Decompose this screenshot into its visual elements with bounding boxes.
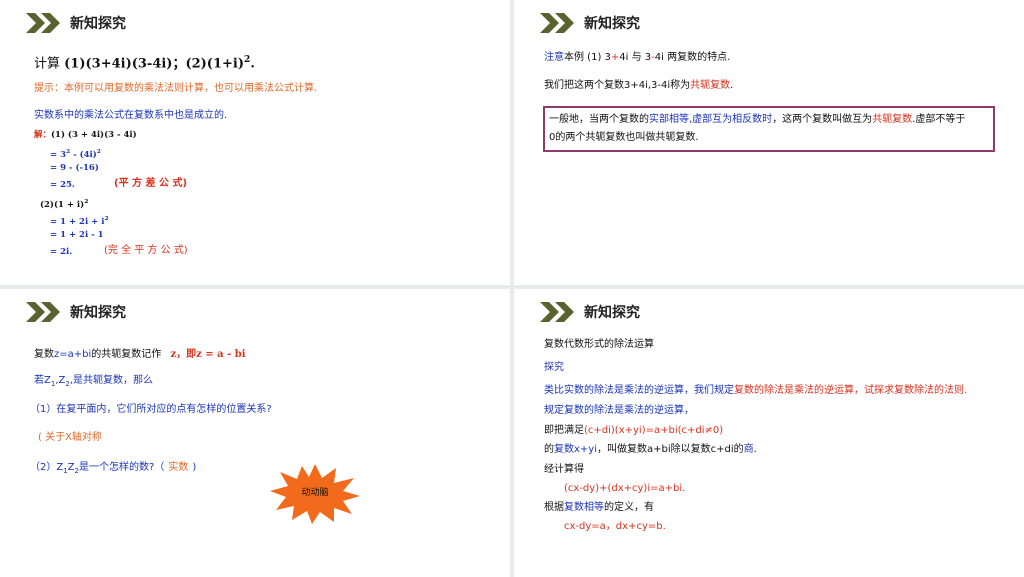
l5-part-a: (2)(1 + i) <box>40 199 85 210</box>
l2-part-a: = 3 <box>50 149 66 160</box>
condition-part-a: 即把满足 <box>544 425 584 436</box>
slide-header: 新知探究 <box>26 12 126 34</box>
condition-line: 即把满足(c+di)(x+yi)=a+bi(c+di≠0) <box>544 425 723 437</box>
box-term: 共轭复数 <box>872 114 913 125</box>
explore-label: 探究 <box>544 362 564 373</box>
solution-label: 解： <box>34 130 52 140</box>
solution-line-7: = 1 + 2i - 1 <box>50 230 104 240</box>
conjugate-notation-line: 复数z=a+bi的共轭复数记作 z，即z = a - bi <box>34 349 246 361</box>
header-title: 新知探究 <box>70 305 126 321</box>
hint-text: 提示：本例可以用复数的乘法法则计算，也可以用乘法公式计算. <box>34 83 318 94</box>
box-line-2: 0的两个共轭复数也叫做共轭复数. <box>549 132 699 143</box>
note-line: 注意本例 (1) 3+4i 与 3-4i 两复数的特点. <box>544 52 730 64</box>
l2-part-b: - (4i) <box>70 149 97 160</box>
calc-end: . <box>250 56 255 72</box>
def-end: . <box>730 80 734 91</box>
def-part-a: 我们把这两个复数3+4i,3-4i称为 <box>544 80 691 91</box>
division-title: 复数代数形式的除法运算 <box>544 339 654 350</box>
computed-label: 经计算得 <box>544 464 584 475</box>
l2-part-c: ,是共轭复数，那么 <box>69 375 154 386</box>
complex-z: z=a+bi <box>54 349 92 360</box>
analogy-line: 类比实数的除法是乘法的逆运算，我们规定复数的除法是乘法的逆运算，试探求复数除法的… <box>544 385 967 397</box>
solution-line-1: 解：(1) (3 + 4i)(3 - 4i) <box>34 130 137 141</box>
solution-line-2: = 32 - (4i)2 <box>50 146 101 161</box>
box-condition: 实部相等,虚部互为相反数时 <box>649 114 773 125</box>
calc-expression: (1)(3+4i)(3-4i)；(2)(1+i) <box>64 56 244 72</box>
calc-problem: 计算 (1)(3+4i)(3-4i)；(2)(1+i)2. <box>34 52 255 72</box>
slide-header: 新知探究 <box>540 301 640 323</box>
note-keyword: 注意 <box>544 52 564 63</box>
slide-header: 新知探究 <box>540 12 640 34</box>
q2-part-b: Z <box>67 462 75 473</box>
conjugate-formula: z，即z = a - bi <box>170 349 246 360</box>
quotient-part-c: ，叫做复数a+bi除以复数c+di的 <box>597 444 744 455</box>
condition-equation: (c+di)(x+yi)=a+bi(c+di≠0) <box>584 425 724 436</box>
quotient-line: 的复数x+yi，叫做复数a+bi除以复数c+di的商. <box>544 444 757 456</box>
conjugate-premise: 若Z1,Z2,是共轭复数，那么 <box>34 375 153 390</box>
quotient-complex: 复数x+yi <box>554 444 597 455</box>
note-part-b: 本例 (1) 3 <box>564 52 611 63</box>
double-chevron-icon <box>26 13 60 33</box>
header-title: 新知探究 <box>584 305 640 321</box>
slide-4: 新知探究 复数代数形式的除法运算 探究 类比实数的除法是乘法的逆运算，我们规定复… <box>514 289 1024 577</box>
quotient-term: 商 <box>743 444 754 455</box>
formula-note-2: (完 全 平 方 公 式) <box>104 245 188 256</box>
equality-part-a: 根据 <box>544 502 564 513</box>
equality-part-c: 的定义，有 <box>604 502 654 513</box>
solution-line-8: = 2i. <box>50 247 73 257</box>
box-part-a: 一般地，当两个复数的 <box>549 114 649 125</box>
note-part-f: 4i 两复数的特点. <box>654 52 731 63</box>
note-text: 实数系中的乘法公式在复数系中也是成立的. <box>34 110 228 121</box>
analogy-part-b: 复数的除法是乘法的逆运算，试探求复数除法的法则. <box>734 385 968 396</box>
l6-exp: 2 <box>104 215 109 222</box>
l5-exp: 2 <box>84 198 89 205</box>
q2-part-a: （2）Z <box>30 462 64 473</box>
quotient-part-a: 的 <box>544 444 554 455</box>
box-part-e: .虚部不等于 <box>912 114 966 125</box>
header-title: 新知探究 <box>584 16 640 32</box>
q2-end: ) <box>192 462 197 473</box>
equality-term: 复数相等 <box>564 502 604 513</box>
conjugate-definition-line: 我们把这两个复数3+4i,3-4i称为共轭复数. <box>544 80 733 92</box>
solution-line-3: = 9 - (-16) <box>50 163 99 173</box>
computed-equation: (cx-dy)+(dx+cy)i=a+bi. <box>564 483 686 494</box>
answer-1: ( 关于X轴对称 <box>38 432 102 443</box>
formula-note-1: (平 方 差 公 式) <box>114 178 188 189</box>
equality-line: 根据复数相等的定义，有 <box>544 502 654 514</box>
quotient-end: . <box>753 444 757 455</box>
slide-2: 新知探究 注意本例 (1) 3+4i 与 3-4i 两复数的特点. 我们把这两个… <box>514 0 1024 285</box>
solution-line-5: (2)(1 + i)2 <box>40 196 88 211</box>
l1-part-a: 复数 <box>34 349 54 360</box>
box-part-c: ，这两个复数叫做互为 <box>772 114 873 125</box>
question-1: （1）在复平面内，它们所对应的点有怎样的位置关系? <box>30 404 272 415</box>
note-part-d: 4i 与 3 <box>619 52 652 63</box>
starburst-label: 动动脑 <box>301 488 329 498</box>
l6-part-a: = 1 + 2i + i <box>50 216 105 227</box>
slide-3: 新知探究 复数z=a+bi的共轭复数记作 z，即z = a - bi 若Z1,Z… <box>0 289 510 577</box>
box-line-1: 一般地，当两个复数的实部相等,虚部互为相反数时，这两个复数叫做互为共轭复数.虚部… <box>549 114 965 126</box>
calc-label: 计算 <box>34 56 61 72</box>
conjugate-term: 共轭复数 <box>690 80 731 91</box>
question-2: （2）Z1Z2是一个怎样的数?（ 实数) <box>30 462 196 477</box>
solution-line-6: = 1 + 2i + i2 <box>50 213 109 228</box>
analogy-part-a: 类比实数的除法是乘法的逆运算，我们规定 <box>544 385 734 396</box>
l2-part-b: ,Z <box>55 375 66 386</box>
solution-line-4: = 25. <box>50 180 75 190</box>
l1-part-c: 的共轭复数记作 <box>91 349 162 360</box>
q2-part-c: 是一个怎样的数?（ <box>79 462 165 473</box>
double-chevron-icon <box>26 302 60 322</box>
slide-1: 新知探究 计算 (1)(3+4i)(3-4i)；(2)(1+i)2. 提示：本例… <box>0 0 510 285</box>
definition-box: 一般地，当两个复数的实部相等,虚部互为相反数时，这两个复数叫做互为共轭复数.虚部… <box>543 106 995 152</box>
slide-header: 新知探究 <box>26 301 126 323</box>
double-chevron-icon <box>540 13 574 33</box>
l2-part-a: 若Z <box>34 375 51 386</box>
header-title: 新知探究 <box>70 16 126 32</box>
double-chevron-icon <box>540 302 574 322</box>
rule-line: 规定复数的除法是乘法的逆运算， <box>544 405 694 416</box>
solution-expr: (1) (3 + 4i)(3 - 4i) <box>51 130 137 140</box>
result-equations: cx-dy=a，dx+cy=b. <box>564 521 666 532</box>
l2-exp-2: 2 <box>96 148 101 155</box>
answer-2: 实数 <box>168 462 189 473</box>
